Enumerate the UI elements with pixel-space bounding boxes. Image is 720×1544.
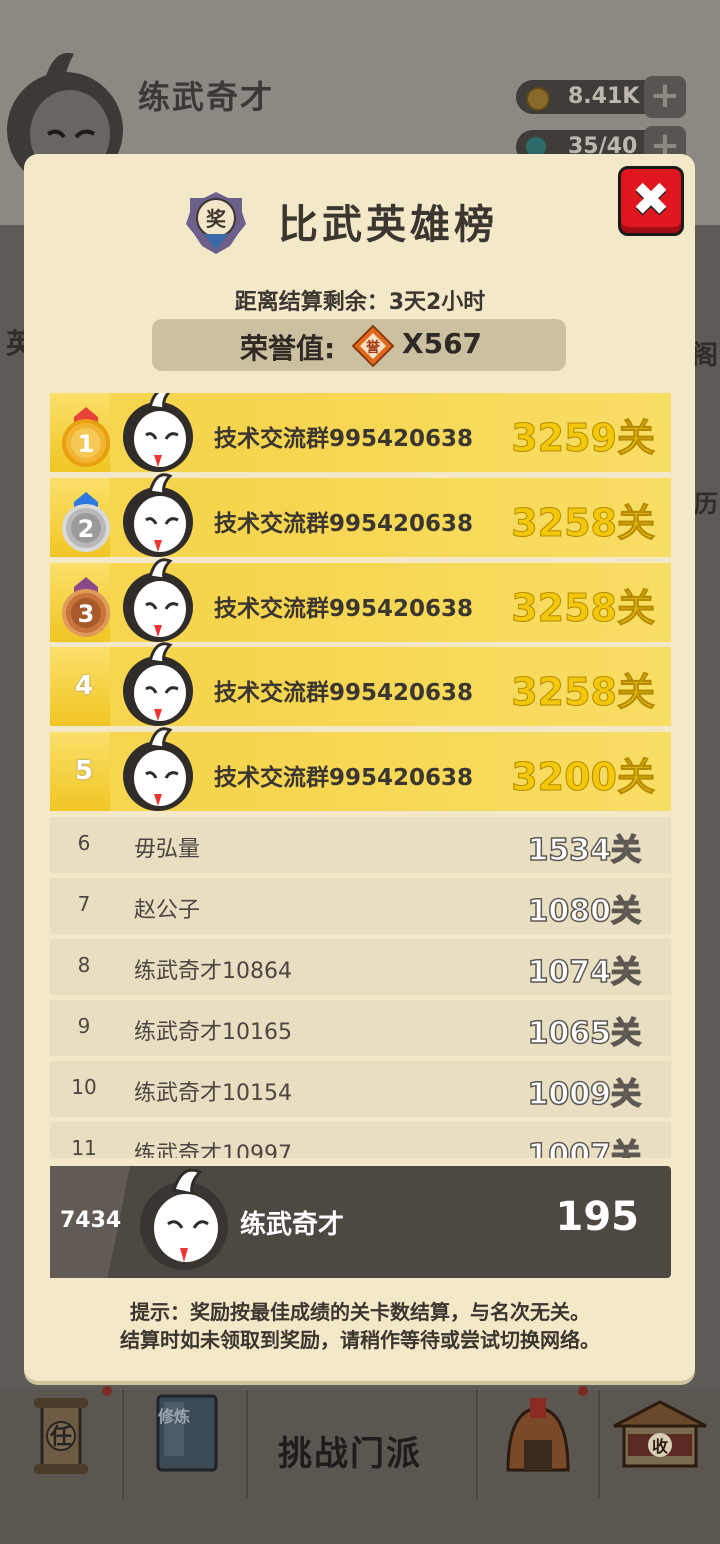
player-name: 技术交流群995420638 (214, 511, 474, 537)
modal-title: 比武英雄榜 (278, 202, 498, 248)
player-score: 1080关 (527, 893, 642, 930)
honor-token-char: 誉 (366, 339, 381, 356)
add-coin-button[interactable]: + (644, 76, 686, 118)
player-name: 练武奇才10997 (134, 1142, 292, 1158)
nav-shop-label: 收 (652, 1437, 668, 1456)
rank-row-top[interactable]: 3 技术交流群995420638 3258关 (50, 558, 671, 642)
rank-2-number: 2 (78, 515, 95, 543)
nav-dot-1 (102, 1386, 112, 1396)
player-score: 1074关 (527, 954, 642, 991)
player-name: 技术交流群995420638 (214, 596, 474, 622)
side-menu-right-1[interactable]: 阁 (692, 335, 718, 372)
scroll-icon: 任 (34, 1398, 88, 1474)
avatar-icon (123, 393, 193, 472)
silver-medal-icon: 2 (62, 492, 110, 552)
honor-token-icon: 誉 (352, 325, 394, 367)
nav-shop[interactable]: 收 (600, 1390, 720, 1498)
player-score: 3258关 (511, 670, 656, 715)
player-score: 1065关 (527, 1015, 642, 1052)
gold-medal-icon: 1 (62, 407, 110, 467)
rank-row[interactable]: 7 赵公子 1080关 (50, 878, 671, 934)
player-score: 3258关 (511, 586, 656, 631)
player-name: 练武奇才10864 (134, 959, 292, 984)
rank-row-top[interactable]: 1 技术交流群995420638 3259关 (50, 393, 671, 472)
rank-1-number: 1 (78, 430, 95, 458)
rank-row-top[interactable]: 5 技术交流群995420638 3200关 (50, 727, 671, 811)
player-score: 1007关 (527, 1137, 642, 1158)
my-rank-number: 7434 (60, 1208, 122, 1233)
my-score: 195 (555, 1194, 640, 1240)
nav-dot-2 (578, 1386, 588, 1396)
player-name: 练武奇才10165 (134, 1020, 292, 1045)
rank-number: 9 (77, 1014, 91, 1038)
avatar-icon (123, 642, 193, 726)
nav-challenge-label[interactable]: 挑战门派 (278, 1426, 422, 1475)
player-score: 1534关 (527, 832, 642, 869)
rank-3-number: 3 (78, 600, 95, 628)
player-name: 毋弘量 (134, 837, 201, 862)
my-name: 练武奇才 (240, 1210, 345, 1240)
avatar-icon (123, 473, 193, 557)
tip-line-2: 结算时如未领取到奖励，请稍作等待或尝试切换网络。 (120, 1328, 600, 1352)
player-score: 3259关 (511, 416, 656, 461)
rank-number: 7 (77, 892, 91, 916)
book-icon: 修炼 (156, 1394, 218, 1472)
rank-number: 5 (74, 756, 94, 786)
honor-value-box: 荣誉值: 誉 X567 (152, 319, 566, 371)
side-menu-right-2[interactable]: 历 (694, 484, 718, 519)
player-name: 技术交流群995420638 (214, 426, 474, 452)
my-avatar-icon (140, 1168, 228, 1270)
reward-tip: 提示：奖励按最佳成绩的关卡数结算，与名次无关。 结算时如未领取到奖励，请稍作等待… (0, 1298, 720, 1354)
rank-number: 4 (74, 671, 94, 701)
rank-number: 10 (71, 1075, 97, 1099)
rank-number: 8 (77, 953, 91, 977)
player-name: 技术交流群995420638 (214, 680, 474, 706)
rank-row[interactable]: 9 练武奇才10165 1065关 (50, 1000, 671, 1056)
nav-task[interactable]: 任 (0, 1390, 124, 1498)
player-name: 练武奇才 (138, 78, 275, 116)
rank-row[interactable]: 11 练武奇才10997 1007关 (50, 1122, 671, 1158)
helmet-icon (506, 1398, 570, 1472)
coin-counter: 8.41K + (516, 76, 686, 118)
player-score: 3200关 (511, 755, 656, 800)
nav-cultivate[interactable]: 修炼 (124, 1390, 248, 1498)
close-button[interactable]: ✖ (618, 166, 684, 236)
nav-cultivate-label: 修炼 (157, 1407, 190, 1426)
award-badge-icon: 奖 (186, 192, 246, 254)
player-name: 技术交流群995420638 (214, 765, 474, 791)
close-icon: ✖ (631, 172, 671, 226)
player-name: 赵公子 (134, 898, 201, 923)
avatar-icon (123, 727, 193, 811)
honor-value: X567 (402, 327, 483, 360)
nav-task-label: 任 (49, 1424, 72, 1450)
rank-number: 6 (77, 831, 91, 855)
rank-row-top[interactable]: 2 技术交流群995420638 3258关 (50, 473, 671, 557)
player-name: 练武奇才10154 (134, 1081, 292, 1106)
nav-helmet[interactable] (478, 1390, 600, 1498)
rank-row[interactable]: 8 练武奇才10864 1074关 (50, 939, 671, 995)
bronze-medal-icon: 3 (62, 577, 110, 637)
rank-number: 11 (71, 1136, 97, 1158)
rank-row[interactable]: 6 毋弘量 1534关 (50, 817, 671, 873)
shop-icon: 收 (613, 1400, 707, 1468)
tip-line-1: 提示：奖励按最佳成绩的关卡数结算，与名次无关。 (130, 1300, 590, 1324)
coin-value: 8.41K (568, 84, 640, 109)
coin-icon (526, 87, 550, 111)
ranking-list[interactable]: 1 技术交流群995420638 3259关 2 技术交流群995420638 (50, 393, 671, 1158)
player-score: 3258关 (511, 501, 656, 546)
my-rank-row: 7434 练武奇才 195 (50, 1166, 671, 1278)
avatar-icon (123, 558, 193, 642)
settlement-countdown: 距离结算剩余：3天2小时 (234, 290, 486, 315)
player-score: 1009关 (527, 1076, 642, 1113)
award-badge-char: 奖 (206, 207, 227, 231)
honor-label: 荣誉值: (240, 332, 336, 365)
rank-row[interactable]: 10 练武奇才10154 1009关 (50, 1061, 671, 1117)
rank-row-top[interactable]: 4 技术交流群995420638 3258关 (50, 642, 671, 726)
